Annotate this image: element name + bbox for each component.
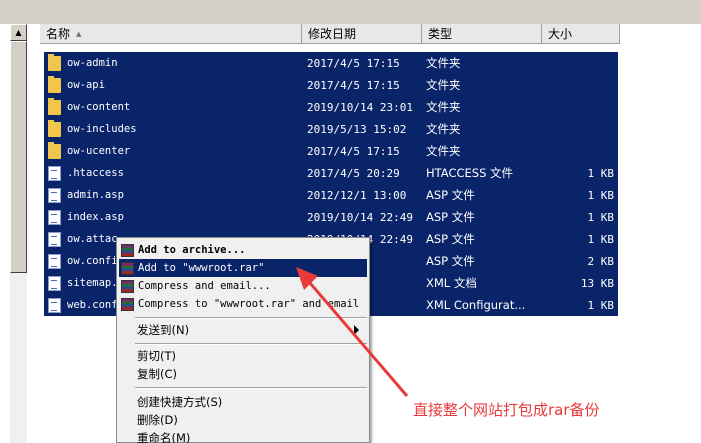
menu-item-rename[interactable]: 重命名(M) [119,429,367,443]
file-icon [48,165,61,181]
menu-item-compress-email[interactable]: Compress and email... [119,277,367,295]
vertical-scrollbar[interactable]: ▲ [10,24,27,443]
file-type: ASP 文件 [426,232,475,246]
file-size: 1 KB [587,166,615,180]
file-name: ow.confi [67,255,118,267]
menu-separator [135,317,367,319]
file-name: .htaccess [67,167,124,179]
file-date: 2017/4/5 17:15 [307,78,400,92]
file-date: 2019/10/14 23:01 [307,100,413,114]
winrar-icon [121,261,134,275]
file-type: 文件夹 [426,100,461,114]
file-type: ASP 文件 [426,210,475,224]
menu-item-add-to-archive[interactable]: Add to archive... [119,241,367,259]
menu-item-create-shortcut[interactable]: 创建快捷方式(S) [119,393,367,411]
file-date: 2017/4/5 17:15 [307,56,400,70]
submenu-arrow-icon [354,325,359,335]
file-name: sitemap. [67,277,118,289]
file-icon [48,297,61,313]
column-header-size[interactable]: 大小 [542,24,620,44]
folder-icon [48,97,61,115]
file-name: ow.attac [67,233,118,245]
menu-item-copy[interactable]: 复制(C) [119,365,367,383]
file-icon [48,187,61,203]
folder-icon [48,119,61,137]
column-header-type[interactable]: 类型 [422,24,542,44]
file-name: ow-content [67,101,131,113]
file-name-cell: ow-admin [44,53,306,71]
file-name-cell: ow-includes [44,119,306,137]
file-date: 2017/4/5 20:29 [307,166,400,180]
winrar-icon [121,279,134,293]
file-row[interactable]: ow-api 2017/4/5 17:15 文件夹 [44,74,618,96]
menu-item-send-to[interactable]: 发送到(N) [119,321,367,339]
file-icon [48,275,61,291]
file-row[interactable]: index.asp 2019/10/14 22:49 ASP 文件 1 KB [44,206,618,228]
annotation-text: 直接整个网站打包成rar备份 [413,401,600,419]
file-icon [48,231,61,247]
winrar-icon [121,297,134,311]
file-size: 1 KB [587,232,615,246]
file-row[interactable]: admin.asp 2012/12/1 13:00 ASP 文件 1 KB [44,184,618,206]
menu-separator [135,343,367,345]
file-icon [48,253,61,269]
file-size: 1 KB [587,298,615,312]
file-row[interactable]: ow-includes 2019/5/13 15:02 文件夹 [44,118,618,140]
column-header-name[interactable]: 名称 ▲ [40,24,302,44]
window-top-bar [0,0,701,24]
file-name-cell: .htaccess [44,165,306,181]
scroll-thumb[interactable] [10,41,27,273]
file-name-cell: ow-api [44,75,306,93]
winrar-icon [121,243,134,257]
file-size: 13 KB [580,276,614,290]
file-icon [48,209,61,225]
menu-item-delete[interactable]: 删除(D) [119,411,367,429]
file-name: admin.asp [67,189,124,201]
file-row[interactable]: .htaccess 2017/4/5 20:29 HTACCESS 文件 1 KB [44,162,618,184]
file-name: ow-api [67,79,105,91]
menu-item-add-to-rar[interactable]: Add to "wwwroot.rar" [119,259,367,277]
file-type: ASP 文件 [426,188,475,202]
column-header-date[interactable]: 修改日期 [302,24,422,44]
file-name-cell: index.asp [44,209,306,225]
file-date: 2019/5/13 15:02 [307,122,407,136]
file-name: ow-ucenter [67,145,131,157]
file-row[interactable]: ow-content 2019/10/14 23:01 文件夹 [44,96,618,118]
file-type: 文件夹 [426,144,461,158]
file-row[interactable]: ow-admin 2017/4/5 17:15 文件夹 [44,52,618,74]
file-date: 2012/12/1 13:00 [307,188,407,202]
file-type: HTACCESS 文件 [426,166,514,180]
scroll-up-arrow-icon[interactable]: ▲ [10,24,27,41]
file-row[interactable]: ow-ucenter 2017/4/5 17:15 文件夹 [44,140,618,162]
file-date: 2017/4/5 17:15 [307,144,400,158]
menu-item-compress-rar-email[interactable]: Compress to "wwwroot.rar" and email [119,295,367,313]
menu-separator [135,387,367,389]
folder-icon [48,141,61,159]
file-name: index.asp [67,211,124,223]
file-name-cell: admin.asp [44,187,306,203]
file-type: XML 文档 [426,276,477,290]
file-name: ow-admin [67,57,118,69]
file-type: ASP 文件 [426,254,475,268]
folder-icon [48,53,61,71]
file-size: 1 KB [587,210,615,224]
file-name: web.conf [67,299,118,311]
context-menu: Add to archive... Add to "wwwroot.rar" C… [116,237,370,443]
file-name-cell: ow-ucenter [44,141,306,159]
file-name-cell: ow-content [44,97,306,115]
menu-item-cut[interactable]: 剪切(T) [119,347,367,365]
folder-icon [48,75,61,93]
file-date: 2019/10/14 22:49 [307,210,413,224]
file-type: XML Configurat... [426,298,526,312]
file-size: 2 KB [587,254,615,268]
column-header: 名称 ▲ 修改日期 类型 大小 [40,24,620,44]
file-size: 1 KB [587,188,615,202]
sort-ascending-icon: ▲ [76,30,82,38]
file-type: 文件夹 [426,78,461,92]
file-type: 文件夹 [426,122,461,136]
file-type: 文件夹 [426,56,461,70]
file-name: ow-includes [67,123,137,135]
